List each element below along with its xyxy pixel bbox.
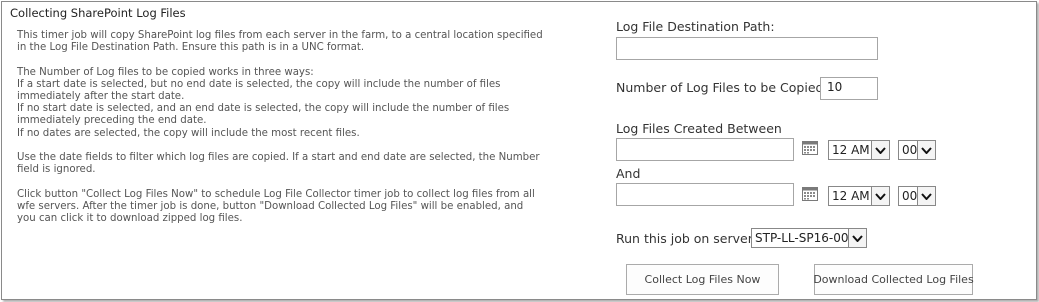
server-value: STP-LL-SP16-00 <box>755 231 849 245</box>
chevron-down-icon <box>848 229 866 247</box>
destination-path-input[interactable] <box>616 37 878 60</box>
download-collected-log-files-button[interactable]: Download Collected Log Files <box>813 264 974 295</box>
start-date-input[interactable] <box>616 138 794 161</box>
file-count-input[interactable]: 10 <box>820 77 878 100</box>
server-label: Run this job on server: <box>616 231 757 246</box>
start-hour-select[interactable]: 12 AM <box>828 140 890 160</box>
end-minute-select[interactable]: 00 <box>898 186 936 206</box>
description-line: immediately after the start date. <box>17 91 185 102</box>
description-line: field is ignored. <box>17 164 96 176</box>
destination-path-label: Log File Destination Path: <box>616 19 775 34</box>
description-line: in the Log File Destination Path. Ensure… <box>17 42 365 54</box>
section-description: This timer job will copy SharePoint log … <box>17 30 543 225</box>
calendar-icon[interactable] <box>802 140 818 155</box>
description-line: If no dates are selected, the copy will … <box>17 127 360 139</box>
start-hour-value: 12 AM <box>832 143 870 157</box>
file-count-label: Number of Log Files to be Copied: <box>616 80 828 95</box>
chevron-down-icon <box>871 141 889 159</box>
start-minute-select[interactable]: 00 <box>898 140 936 160</box>
description-line: immediately preceding the end date. <box>17 115 207 127</box>
description-line: you can click it to download zipped log … <box>17 213 243 224</box>
end-date-input[interactable] <box>616 183 794 206</box>
end-hour-select[interactable]: 12 AM <box>828 186 890 206</box>
collect-log-files-button[interactable]: Collect Log Files Now <box>626 264 779 295</box>
start-minute-value: 00 <box>902 143 918 157</box>
chevron-down-icon <box>917 141 935 159</box>
description-line: If a start date is selected, but no end … <box>17 78 501 90</box>
description-line: If no start date is selected, and an end… <box>17 103 510 115</box>
end-minute-value: 00 <box>902 189 918 203</box>
end-hour-value: 12 AM <box>832 189 870 203</box>
description-line: Use the date fields to filter which log … <box>17 152 540 163</box>
description-line: The Number of Log files to be copied wor… <box>17 66 314 78</box>
description-line: This timer job will copy SharePoint log … <box>17 30 543 41</box>
chevron-down-icon <box>871 187 889 205</box>
description-line: Click button "Collect Log Files Now" to … <box>17 188 535 200</box>
and-label: And <box>616 166 641 181</box>
log-collection-panel: Collecting SharePoint Log Files This tim… <box>1 1 1037 300</box>
created-between-label: Log Files Created Between <box>616 121 782 136</box>
server-select[interactable]: STP-LL-SP16-00 <box>751 228 867 248</box>
chevron-down-icon <box>917 187 935 205</box>
section-title: Collecting SharePoint Log Files <box>10 6 186 20</box>
calendar-icon[interactable] <box>802 186 818 201</box>
description-line: wfe servers. After the timer job is done… <box>17 200 524 212</box>
